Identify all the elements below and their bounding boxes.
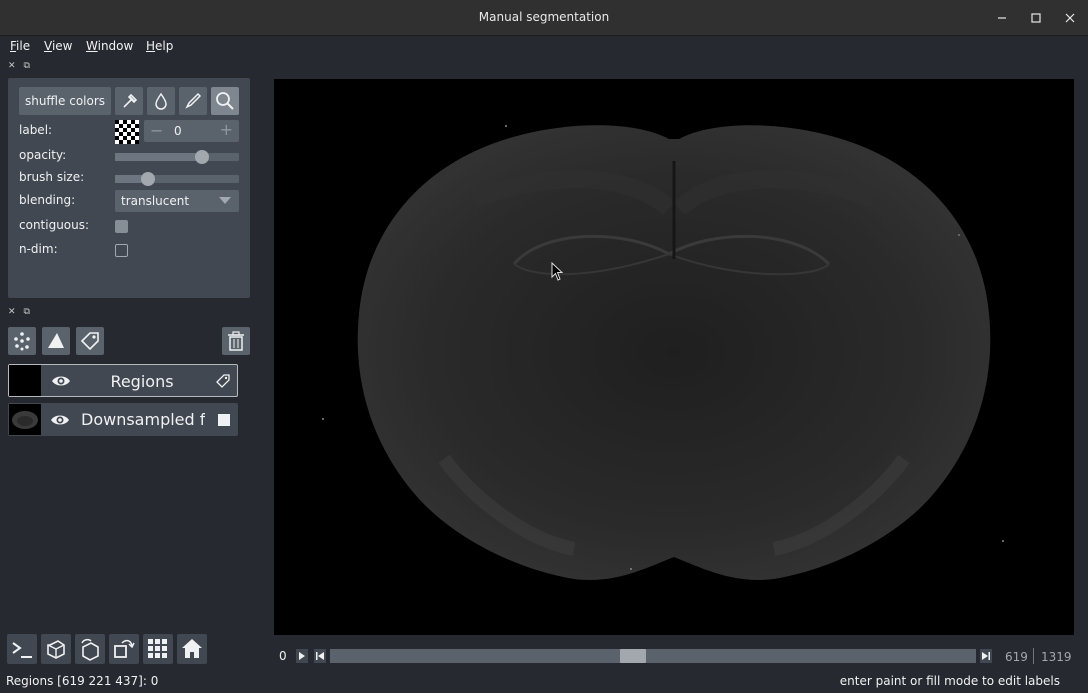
menu-file[interactable]: File: [10, 39, 30, 53]
shuffle-colors-button[interactable]: shuffle colors: [19, 87, 111, 115]
eye-icon[interactable]: [50, 411, 70, 432]
opacity-slider-handle[interactable]: [195, 150, 209, 164]
dims-slider-bar: 0 619 1319: [274, 645, 1074, 667]
title-bar: Manual segmentation: [0, 0, 1088, 36]
dock-close-icon[interactable]: ✕: [8, 61, 16, 71]
status-right: enter paint or fill mode to edit labels: [839, 674, 1060, 688]
opacity-slider-fill: [115, 153, 202, 161]
new-labels-icon[interactable]: [76, 327, 104, 355]
label-value: 0: [174, 124, 182, 138]
layer-thumbnail: [9, 404, 41, 435]
layer-name[interactable]: Downsampled fill: [81, 410, 205, 429]
opacity-slider[interactable]: [115, 150, 239, 164]
menu-window[interactable]: Window: [86, 39, 133, 53]
layer-thumbnail: [9, 365, 41, 396]
viewer-canvas[interactable]: [274, 79, 1074, 635]
roll-icon[interactable]: [75, 634, 105, 664]
zoom-icon[interactable]: [211, 87, 239, 115]
axis-label[interactable]: 0: [279, 649, 287, 663]
label-spinbox[interactable]: − 0 +: [144, 120, 239, 142]
current-slice[interactable]: 619: [1005, 650, 1028, 664]
menu-help[interactable]: Help: [146, 39, 173, 53]
step-forward-icon[interactable]: [980, 649, 992, 663]
dock-float-icon[interactable]: ⧉: [24, 61, 30, 71]
dock-float-icon[interactable]: ⧉: [24, 307, 30, 317]
brush-size-slider-handle[interactable]: [141, 172, 155, 186]
blending-dropdown[interactable]: translucent: [115, 190, 239, 212]
status-left: Regions [619 221 437]: 0: [6, 674, 159, 688]
home-icon[interactable]: [177, 634, 207, 664]
step-back-icon[interactable]: [314, 649, 326, 663]
slice-divider: [1033, 648, 1034, 664]
new-shapes-icon[interactable]: [42, 327, 70, 355]
picker-icon[interactable]: [115, 87, 143, 115]
opacity-label: opacity:: [19, 148, 67, 162]
label-color-swatch: [115, 120, 139, 144]
menu-bar: File View Window Help: [0, 36, 1088, 58]
layer-row-regions[interactable]: Regions: [8, 364, 238, 397]
fill-icon[interactable]: [147, 87, 175, 115]
delete-layer-icon[interactable]: [222, 327, 250, 355]
brush-size-label: brush size:: [19, 170, 85, 184]
blending-label: blending:: [19, 193, 76, 207]
play-icon[interactable]: [296, 649, 308, 663]
dims-slider-handle[interactable]: [620, 649, 646, 663]
ndim-checkbox[interactable]: [115, 244, 128, 257]
label-decrement-button[interactable]: −: [150, 121, 163, 140]
ndim-label: n-dim:: [19, 242, 58, 256]
layer-controls-panel: shuffle colors label: − 0 + opacity: bru…: [8, 78, 250, 298]
status-bar: Regions [619 221 437]: 0 enter paint or …: [0, 671, 1088, 693]
layerlist-dock-header: ✕ ⧉: [8, 307, 38, 319]
contiguous-checkbox[interactable]: [115, 220, 128, 233]
image-icon: [218, 414, 230, 426]
dims-slider-track[interactable]: [330, 649, 976, 663]
brush-size-slider[interactable]: [115, 172, 239, 186]
window-title: Manual segmentation: [478, 10, 610, 24]
dock-close-icon[interactable]: ✕: [8, 307, 16, 317]
layer-row-downsampled[interactable]: Downsampled fill: [8, 403, 238, 436]
total-slices: 1319: [1041, 650, 1072, 664]
mouse-cursor-icon: [551, 262, 564, 281]
layer-name[interactable]: Regions: [82, 372, 202, 391]
grid-icon[interactable]: [143, 634, 173, 664]
paint-icon[interactable]: [179, 87, 207, 115]
brain-section-image: [322, 125, 1004, 580]
labels-icon: [215, 373, 231, 392]
minimize-icon[interactable]: [992, 8, 1012, 28]
controls-dock-header: ✕ ⧉: [8, 61, 38, 73]
transpose-icon[interactable]: [109, 634, 139, 664]
eye-icon[interactable]: [51, 372, 71, 393]
ndisplay-icon[interactable]: [41, 634, 71, 664]
menu-view[interactable]: View: [44, 39, 72, 53]
label-increment-button[interactable]: +: [220, 120, 233, 139]
console-icon[interactable]: [7, 634, 37, 664]
new-points-icon[interactable]: [8, 327, 36, 355]
label-label: label:: [19, 123, 53, 137]
chevron-down-icon: [219, 197, 231, 204]
close-icon[interactable]: [1060, 8, 1080, 28]
contiguous-label: contiguous:: [19, 218, 90, 232]
maximize-icon[interactable]: [1026, 8, 1046, 28]
blending-value: translucent: [121, 194, 190, 208]
